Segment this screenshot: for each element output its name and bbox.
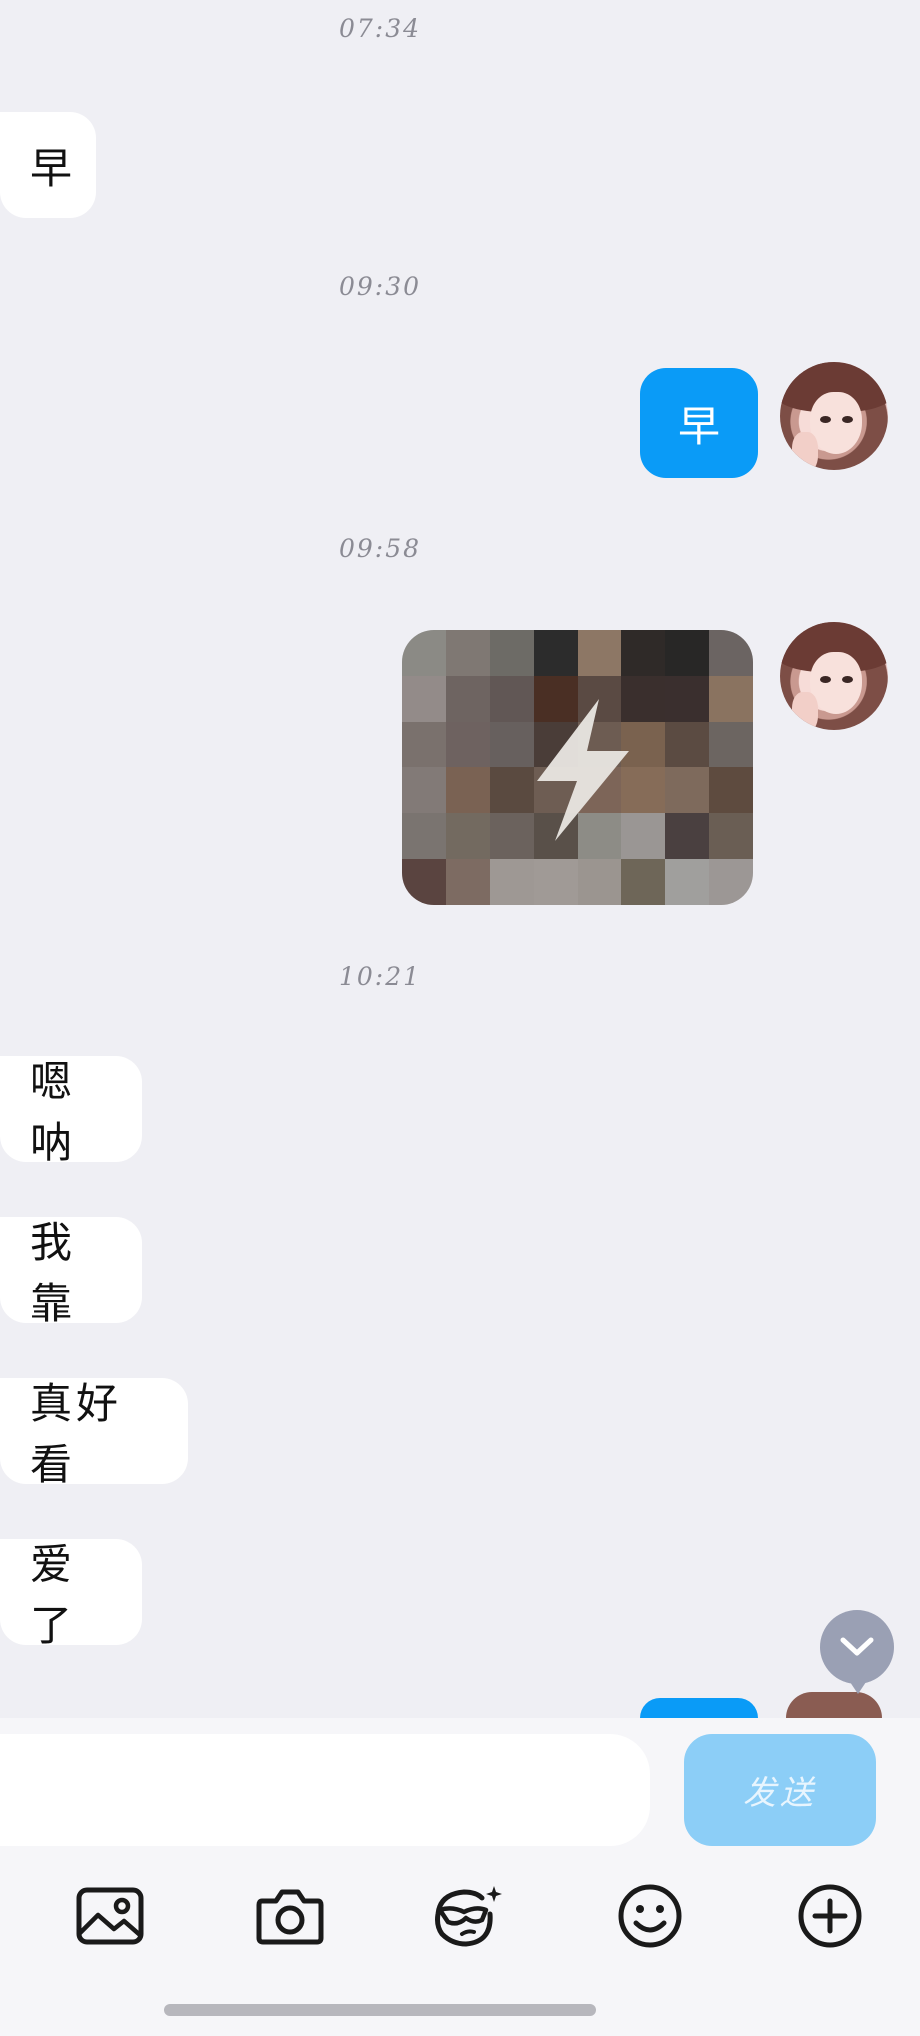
more-button[interactable] [790, 1876, 870, 1956]
received-message-bubble[interactable]: 早 [0, 112, 96, 218]
received-message-bubble[interactable]: 嗯呐 [0, 1056, 142, 1167]
my-avatar[interactable] [780, 362, 888, 470]
scroll-to-bottom-button[interactable] [820, 1610, 894, 1694]
timestamp: 09:30 [338, 272, 422, 301]
timestamp: 07:34 [338, 14, 422, 43]
message-input[interactable] [0, 1734, 650, 1846]
timestamp: 10:21 [338, 962, 422, 991]
timestamp: 09:58 [338, 534, 422, 563]
message-text: 爱了 [30, 1540, 77, 1650]
home-indicator[interactable] [164, 2004, 596, 2016]
sent-message-bubble-partial [640, 1698, 758, 1718]
received-message-bubble[interactable]: 爱了 [0, 1539, 142, 1650]
received-message-bubble[interactable]: 真好看 [0, 1378, 188, 1489]
send-button[interactable]: 发送 [684, 1734, 876, 1846]
message-text: 我靠 [30, 1218, 77, 1328]
image-icon [76, 1887, 144, 1945]
camera-icon [256, 1889, 324, 1945]
flash-bolt-icon [537, 699, 629, 841]
sticker-face-icon [435, 1886, 502, 1947]
message-text: 嗯呐 [30, 1057, 77, 1167]
message-composer: 发送 [0, 1718, 920, 1854]
sticker-button[interactable] [428, 1876, 508, 1956]
emoji-button[interactable] [610, 1876, 690, 1956]
chevron-down-icon [840, 1637, 874, 1656]
received-message-bubble[interactable]: 我靠 [0, 1217, 142, 1328]
emoji-icon [618, 1884, 682, 1948]
message-text: 早 [30, 143, 77, 193]
my-avatar[interactable] [780, 622, 888, 730]
message-text: 早 [677, 401, 720, 451]
sent-message-bubble[interactable]: 早 [640, 368, 758, 478]
message-text: 真好看 [30, 1379, 123, 1489]
camera-button[interactable] [250, 1876, 330, 1956]
input-toolbar [0, 1854, 920, 2036]
my-avatar-partial [786, 1692, 882, 1718]
image-button[interactable] [70, 1876, 150, 1956]
plus-icon [798, 1884, 862, 1948]
